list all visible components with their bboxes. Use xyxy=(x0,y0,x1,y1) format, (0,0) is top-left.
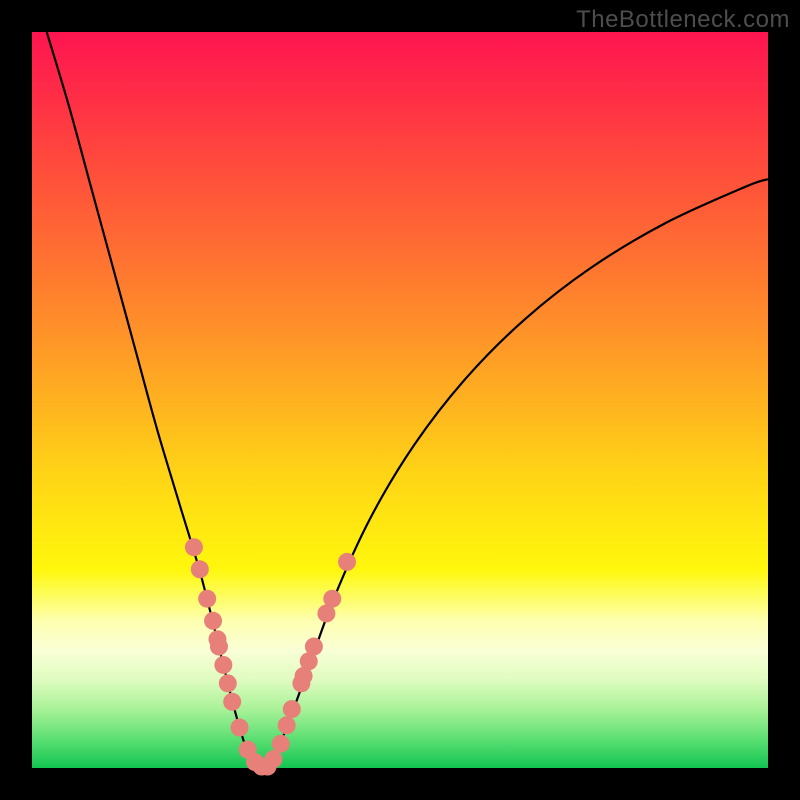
marker-dot xyxy=(278,716,296,734)
marker-dot xyxy=(231,719,249,737)
marker-dot xyxy=(283,700,301,718)
marker-dot xyxy=(191,560,209,578)
watermark-text: TheBottleneck.com xyxy=(576,6,790,34)
chart-frame: TheBottleneck.com xyxy=(0,0,800,800)
marker-dot xyxy=(219,674,237,692)
marker-dot xyxy=(185,538,203,556)
plot-area xyxy=(32,32,768,768)
marker-dot xyxy=(223,693,241,711)
marker-dot xyxy=(264,750,282,768)
marker-dot xyxy=(305,638,323,656)
marker-dot xyxy=(204,612,222,630)
marker-dot xyxy=(338,553,356,571)
marker-dot xyxy=(210,638,228,656)
chart-svg xyxy=(32,32,768,768)
marker-dot xyxy=(214,656,232,674)
marker-group xyxy=(185,538,356,775)
marker-dot xyxy=(323,590,341,608)
marker-dot xyxy=(272,735,290,753)
bottleneck-curve xyxy=(47,32,768,771)
marker-dot xyxy=(198,590,216,608)
